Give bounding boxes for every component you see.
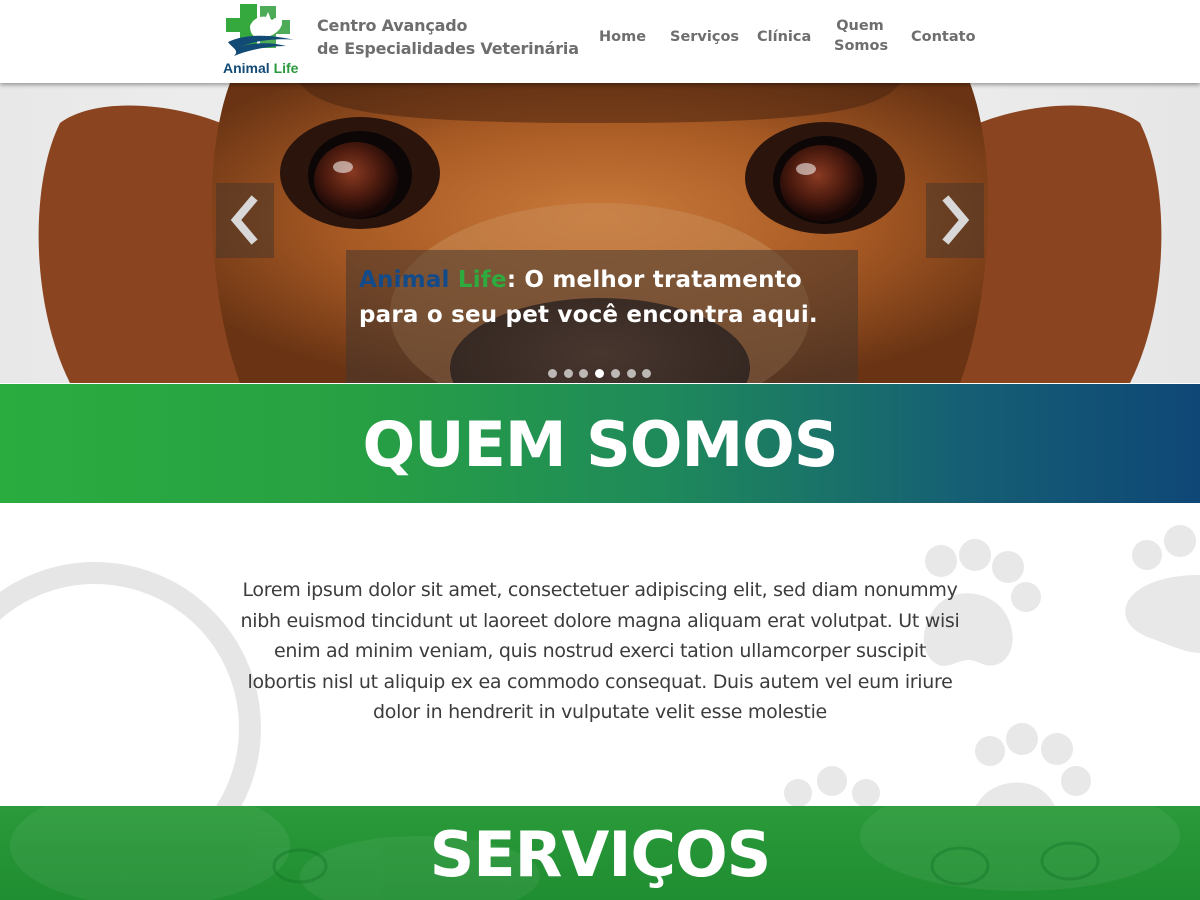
caption-brand-life: Life bbox=[457, 267, 507, 293]
logo-word-life: Life bbox=[273, 60, 299, 76]
slider-dot[interactable] bbox=[563, 369, 573, 378]
animal-life-cross-logo-icon bbox=[226, 4, 294, 56]
slide-caption: Animal Life: O melhor tratamento para o … bbox=[346, 250, 858, 383]
nav-contato[interactable]: Contato bbox=[911, 27, 976, 47]
logo-wordmark: Animal Life bbox=[223, 60, 315, 76]
quem-somos-banner: QUEM SOMOS bbox=[0, 384, 1200, 503]
slider-next-button[interactable] bbox=[926, 183, 984, 258]
hero-slider: Animal Life: O melhor tratamento para o … bbox=[0, 83, 1200, 383]
nav-servicos[interactable]: Serviços bbox=[670, 27, 739, 47]
servicos-banner: SERVIÇOS bbox=[0, 806, 1200, 900]
caption-brand-animal: Animal bbox=[359, 267, 450, 293]
slide-caption-text: Animal Life: O melhor tratamento para o … bbox=[359, 263, 859, 333]
site-tagline: Centro Avançado de Especialidades Veteri… bbox=[317, 14, 579, 60]
logo[interactable]: Animal Life bbox=[222, 2, 314, 78]
slider-dot[interactable] bbox=[626, 369, 636, 378]
nav-quem-somos[interactable]: Quem Somos bbox=[834, 16, 888, 56]
logo-word-animal: Animal bbox=[223, 60, 270, 76]
tagline-line-2: de Especialidades Veterinária bbox=[317, 39, 579, 58]
nav-home[interactable]: Home bbox=[599, 27, 646, 47]
slider-prev-button[interactable] bbox=[216, 183, 274, 258]
servicos-title: SERVIÇOS bbox=[429, 818, 772, 891]
about-paragraph: Lorem ipsum dolor sit amet, consectetuer… bbox=[240, 579, 960, 723]
slider-dot[interactable] bbox=[610, 369, 620, 378]
slider-dot[interactable] bbox=[548, 369, 557, 378]
tagline-line-1: Centro Avançado bbox=[317, 16, 468, 35]
about-section: Lorem ipsum dolor sit amet, consectetuer… bbox=[0, 503, 1200, 806]
quem-somos-title: QUEM SOMOS bbox=[362, 408, 838, 481]
nav-clinica[interactable]: Clínica bbox=[757, 27, 811, 47]
chevron-right-icon bbox=[942, 195, 970, 245]
chevron-left-icon bbox=[230, 195, 258, 245]
site-header: Animal Life Centro Avançado de Especiali… bbox=[0, 0, 1200, 83]
